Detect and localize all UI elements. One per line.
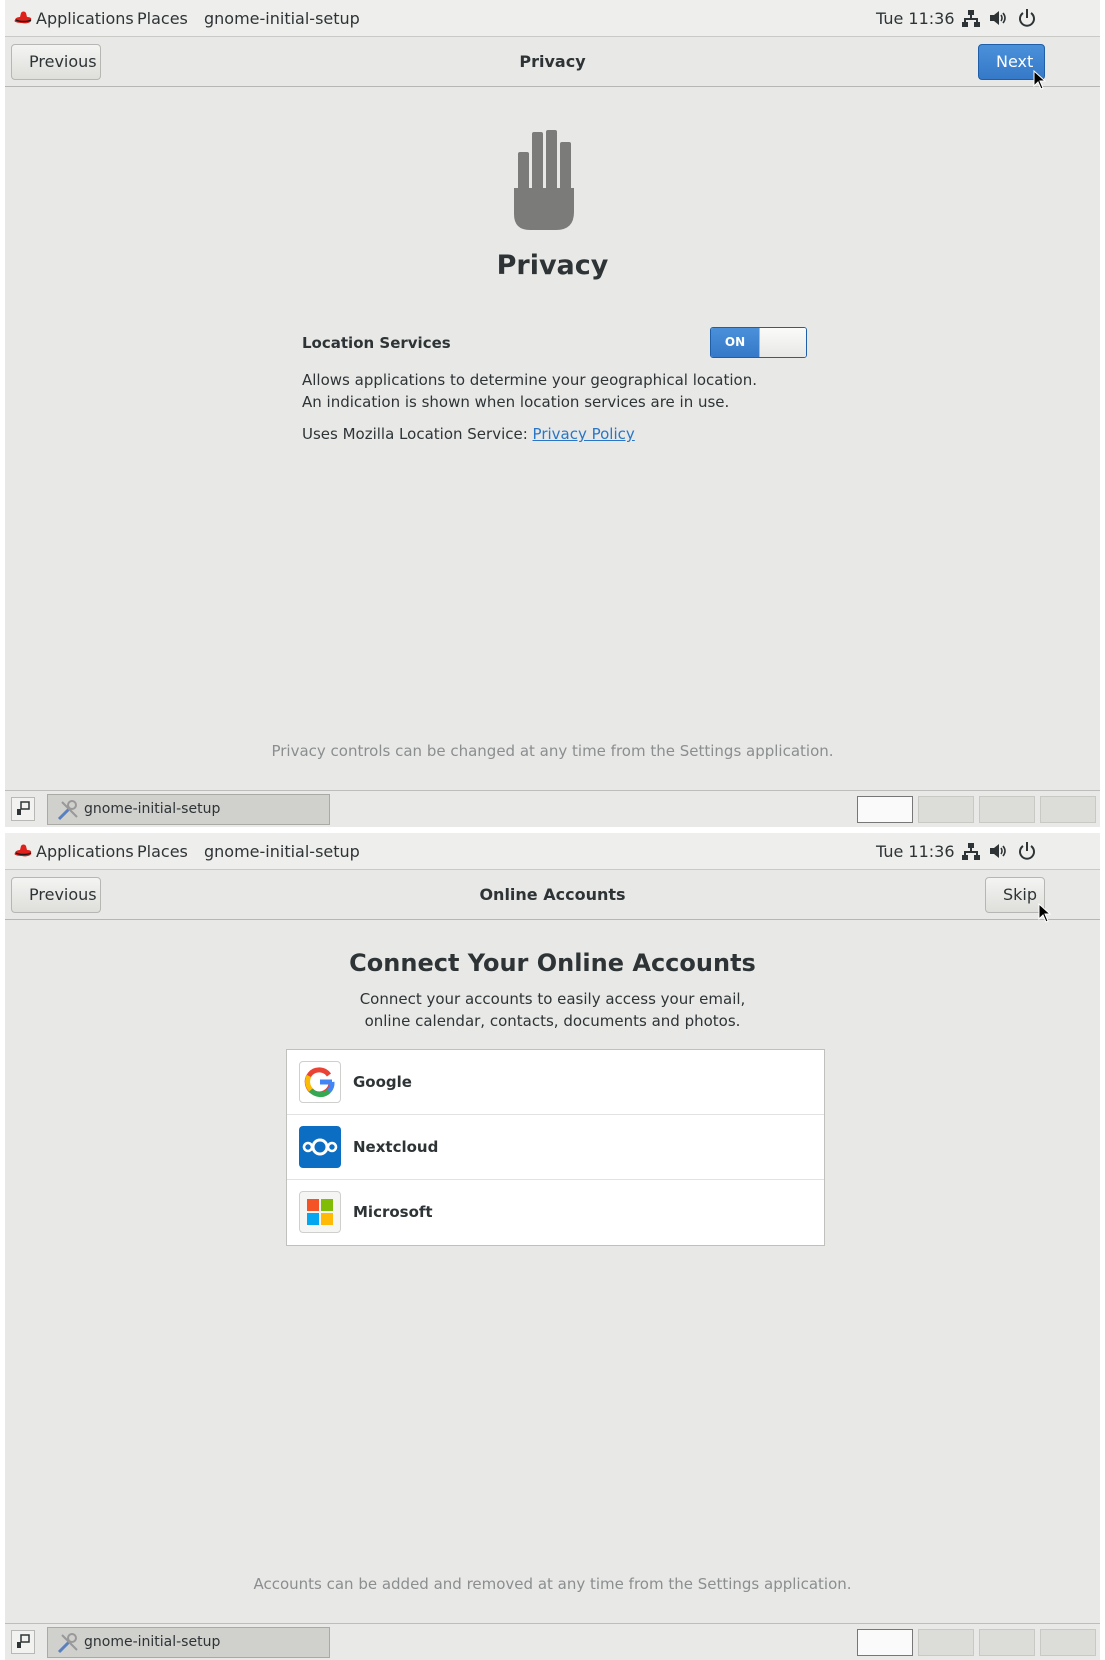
header-bar: Previous Online Accounts Skip [5,870,1100,920]
switch-on-label: ON [711,328,759,357]
workspace-4[interactable] [1040,796,1096,823]
header-title: Privacy [519,52,586,71]
workspace-2[interactable] [918,1629,974,1656]
workspace-3[interactable] [979,796,1035,823]
privacy-hand-icon [514,130,574,230]
page-title: Connect Your Online Accounts [349,949,756,977]
privacy-screen: Applications Places gnome-initial-setup … [5,0,1100,827]
header-title: Online Accounts [479,885,626,904]
workspace-1[interactable] [857,1629,913,1656]
redhat-logo-icon [14,844,32,857]
workspace-1[interactable] [857,796,913,823]
previous-button[interactable]: Previous [11,877,101,913]
power-icon[interactable] [1017,8,1037,28]
taskbar-item-label: gnome-initial-setup [84,801,221,817]
redhat-logo-icon [14,11,32,24]
microsoft-icon [299,1191,341,1233]
location-description: Allows applications to determine your ge… [302,371,757,411]
account-label-microsoft: Microsoft [353,1203,433,1221]
workspace-3[interactable] [979,1629,1035,1656]
clock[interactable]: Tue 11:36 [876,0,955,37]
volume-icon[interactable] [988,841,1008,861]
places-menu[interactable]: Places [137,0,188,37]
google-icon [299,1061,341,1103]
previous-button[interactable]: Previous [11,44,101,80]
page-title: Privacy [496,250,609,281]
account-row-nextcloud[interactable]: Nextcloud [287,1115,824,1180]
account-row-microsoft[interactable]: Microsoft [287,1180,824,1245]
power-icon[interactable] [1017,841,1037,861]
show-desktop-button[interactable] [11,797,35,821]
network-wired-icon[interactable] [961,841,981,861]
active-app-menu[interactable]: gnome-initial-setup [204,833,360,870]
taskbar-item[interactable]: gnome-initial-setup [47,1627,330,1658]
header-bar: Previous Privacy Next [5,37,1100,87]
setup-tools-icon [57,800,78,821]
top-bar: Applications Places gnome-initial-setup … [5,0,1100,37]
privacy-policy-link[interactable]: Privacy Policy [533,425,635,443]
taskbar-item[interactable]: gnome-initial-setup [47,794,330,825]
applications-menu[interactable]: Applications [36,833,134,870]
volume-icon[interactable] [988,8,1008,28]
page-subtitle-line-1: Connect your accounts to easily access y… [359,990,746,1008]
active-app-menu[interactable]: gnome-initial-setup [204,0,360,37]
location-services-label: Location Services [302,334,451,352]
account-label-nextcloud: Nextcloud [353,1138,439,1156]
workspace-2[interactable] [918,796,974,823]
applications-menu[interactable]: Applications [36,0,134,37]
skip-button[interactable]: Skip [985,877,1045,913]
account-row-google[interactable]: Google [287,1050,824,1115]
places-menu[interactable]: Places [137,833,188,870]
show-desktop-button[interactable] [11,1630,35,1654]
mouse-cursor-icon [1033,70,1047,90]
switch-knob[interactable] [759,328,806,357]
privacy-footnote: Privacy controls can be changed at any t… [271,742,834,760]
accounts-list: Google Nextcloud Microsoft [286,1049,825,1246]
show-desktop-icon [17,801,30,815]
page-subtitle-line-2: online calendar, contacts, documents and… [364,1012,741,1030]
top-bar: Applications Places gnome-initial-setup … [5,833,1100,870]
show-desktop-icon [17,1634,30,1648]
network-wired-icon[interactable] [961,8,981,28]
bottom-taskbar: gnome-initial-setup [5,790,1100,827]
taskbar-item-label: gnome-initial-setup [84,1634,221,1650]
nextcloud-icon [299,1126,341,1168]
setup-tools-icon [57,1633,78,1654]
accounts-footnote: Accounts can be added and removed at any… [253,1575,852,1593]
workspace-4[interactable] [1040,1629,1096,1656]
service-prefix: Uses Mozilla Location Service: [302,425,533,443]
online-accounts-screen: Applications Places gnome-initial-setup … [5,833,1100,1660]
clock[interactable]: Tue 11:36 [876,833,955,870]
account-label-google: Google [353,1073,412,1091]
location-services-switch[interactable]: ON [710,327,807,358]
location-service-line: Uses Mozilla Location Service: Privacy P… [302,423,762,445]
mouse-cursor-icon [1038,903,1052,923]
bottom-taskbar: gnome-initial-setup [5,1623,1100,1660]
